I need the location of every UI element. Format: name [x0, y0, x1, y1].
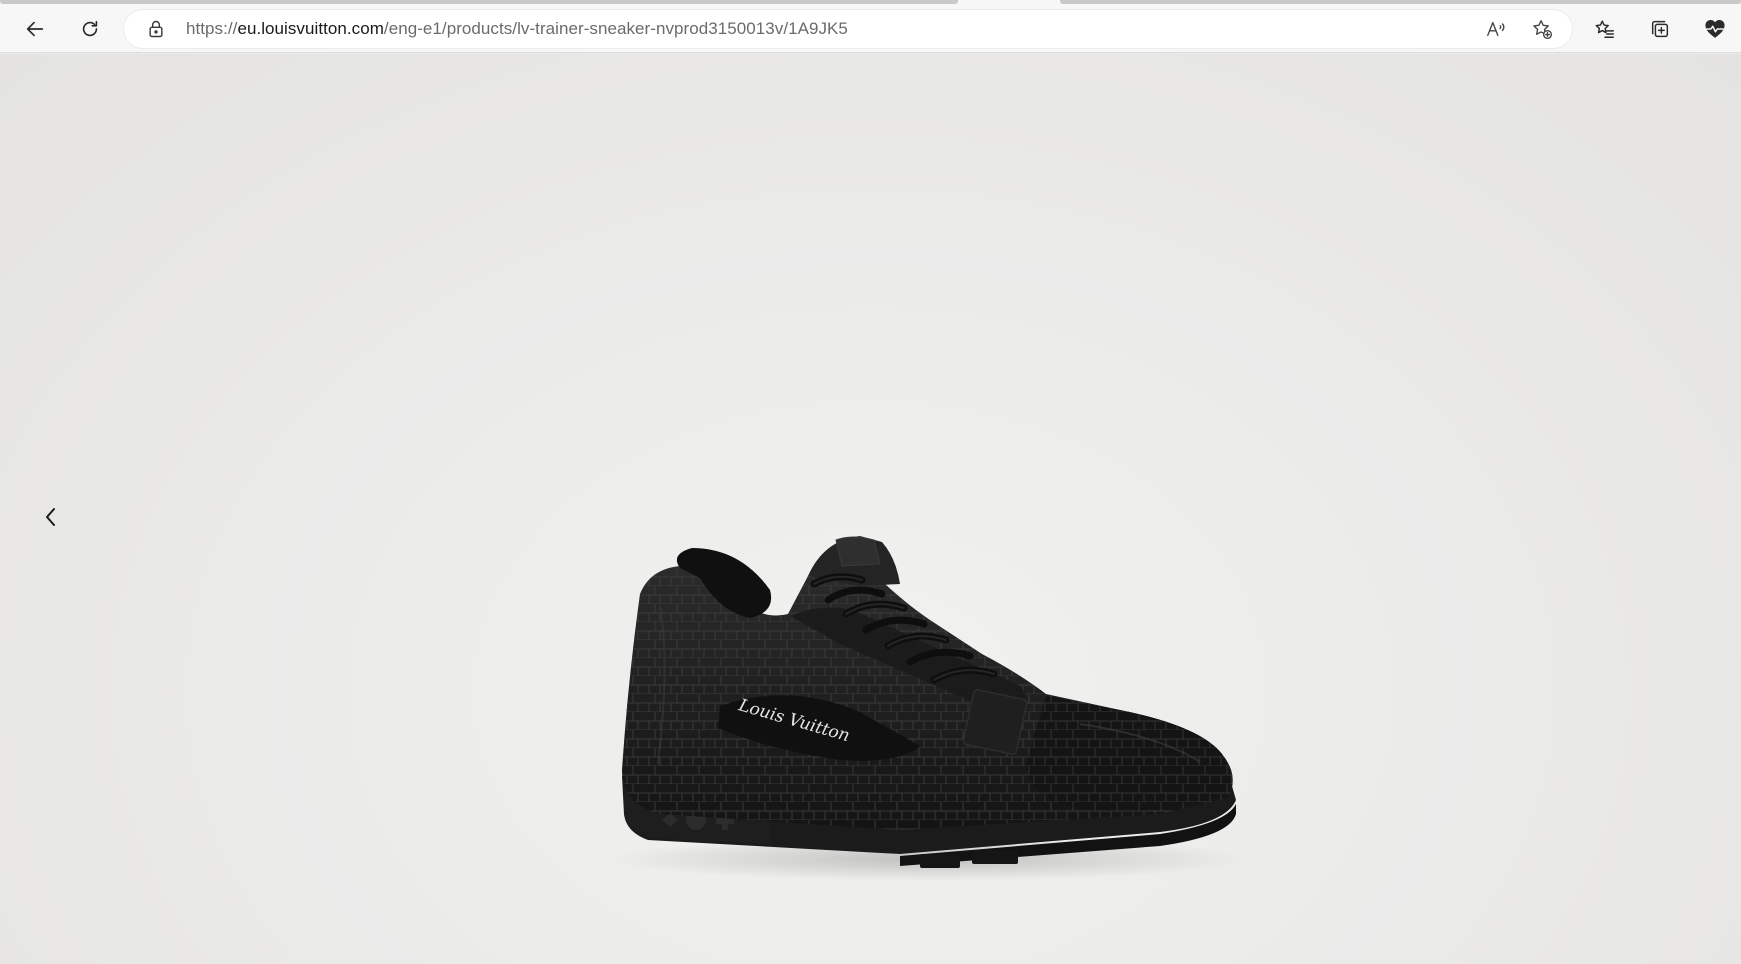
tab-indicator [1060, 0, 1741, 4]
previous-image-button[interactable] [34, 500, 68, 534]
add-favorite-button[interactable] [1526, 14, 1558, 44]
product-image-viewer: Louis Vuitton [0, 54, 1741, 964]
back-arrow-icon [26, 21, 44, 37]
read-aloud-icon [1487, 21, 1505, 37]
browser-toolbar: https://eu.louisvuitton.com/eng-e1/produ… [0, 5, 1741, 53]
url-path: /eng-e1/products/lv-trainer-sneaker-nvpr… [383, 19, 848, 38]
back-button[interactable] [16, 10, 54, 48]
chevron-left-icon [46, 508, 55, 526]
collections-icon [1651, 20, 1669, 38]
favorites-button[interactable] [1586, 10, 1624, 48]
collections-button[interactable] [1641, 10, 1679, 48]
url-scheme: https:// [186, 19, 238, 38]
refresh-icon [82, 20, 98, 37]
browser-essentials-heart-icon [1705, 20, 1725, 38]
refresh-button[interactable] [71, 10, 109, 48]
address-bar-url[interactable]: https://eu.louisvuitton.com/eng-e1/produ… [186, 10, 848, 48]
address-bar[interactable]: https://eu.louisvuitton.com/eng-e1/produ… [124, 10, 1572, 48]
read-aloud-button[interactable] [1480, 14, 1512, 44]
add-favorite-star-icon [1533, 20, 1553, 40]
browser-essentials-button[interactable] [1696, 10, 1734, 48]
lock-icon[interactable] [146, 19, 166, 39]
url-domain: eu.louisvuitton.com [237, 19, 384, 38]
favorites-list-icon [1595, 20, 1614, 38]
tab-indicator [0, 0, 958, 4]
product-image[interactable]: Louis Vuitton [600, 514, 1260, 914]
